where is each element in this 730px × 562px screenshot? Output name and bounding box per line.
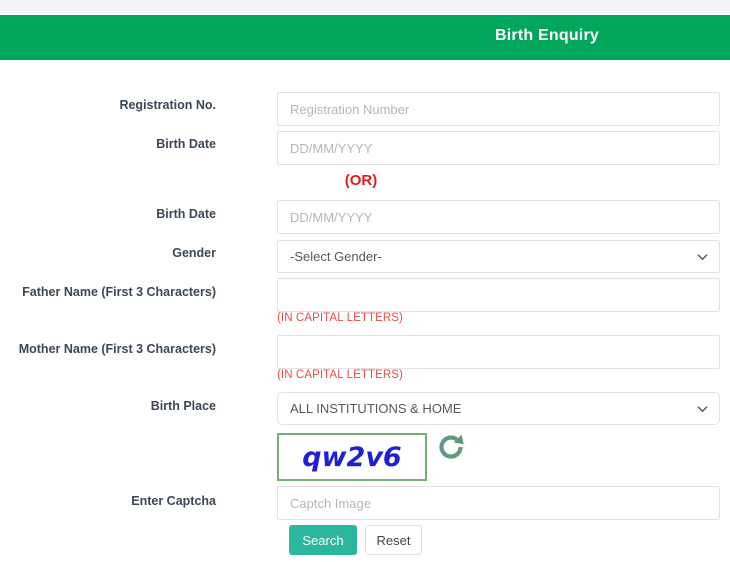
refresh-icon[interactable]	[434, 430, 468, 464]
captcha-code: qw2v6	[302, 441, 402, 473]
birth-place-select-value: ALL INSTITUTIONS & HOME	[290, 401, 462, 416]
chevron-down-icon	[697, 405, 708, 412]
label-birth-date-2: Birth Date	[156, 207, 216, 221]
mother-name-input[interactable]	[277, 335, 720, 369]
chevron-down-icon	[697, 253, 708, 260]
control-mother-name	[277, 335, 720, 369]
label-enter-captcha: Enter Captcha	[131, 494, 216, 508]
search-button[interactable]: Search	[289, 525, 357, 555]
or-separator: (OR)	[344, 172, 378, 189]
captcha-image: qw2v6	[277, 433, 427, 481]
control-father-name	[277, 278, 720, 312]
captcha-input[interactable]	[277, 486, 720, 520]
page-title: Birth Enquiry	[495, 27, 599, 44]
control-registration-no	[277, 92, 720, 126]
birth-date-input-1[interactable]	[277, 131, 720, 165]
control-enter-captcha	[277, 486, 720, 520]
birth-date-input-2[interactable]	[277, 200, 720, 234]
gender-select-value: -Select Gender-	[290, 249, 382, 264]
father-name-input[interactable]	[277, 278, 720, 312]
registration-no-input[interactable]	[277, 92, 720, 126]
birth-enquiry-form: Registration No. Birth Date (OR) Birth D…	[0, 60, 730, 562]
control-birth-date-2	[277, 200, 720, 234]
label-registration-no: Registration No.	[119, 98, 216, 112]
reset-button[interactable]: Reset	[365, 525, 422, 555]
control-birth-date-1	[277, 131, 720, 165]
label-father-name: Father Name (First 3 Characters)	[22, 285, 216, 299]
label-birth-date-1: Birth Date	[156, 137, 216, 151]
gender-select[interactable]: -Select Gender-	[277, 240, 720, 273]
label-gender: Gender	[172, 246, 216, 260]
birth-place-select[interactable]: ALL INSTITUTIONS & HOME	[277, 392, 720, 425]
father-name-caption: (IN CAPITAL LETTERS)	[277, 312, 403, 324]
control-gender: -Select Gender-	[277, 240, 720, 273]
control-birth-place: ALL INSTITUTIONS & HOME	[277, 392, 720, 425]
label-mother-name: Mother Name (First 3 Characters)	[18, 342, 216, 356]
page-header: Birth Enquiry	[0, 15, 730, 60]
top-strip	[0, 0, 730, 14]
label-birth-place: Birth Place	[150, 399, 216, 413]
mother-name-caption: (IN CAPITAL LETTERS)	[277, 369, 403, 381]
